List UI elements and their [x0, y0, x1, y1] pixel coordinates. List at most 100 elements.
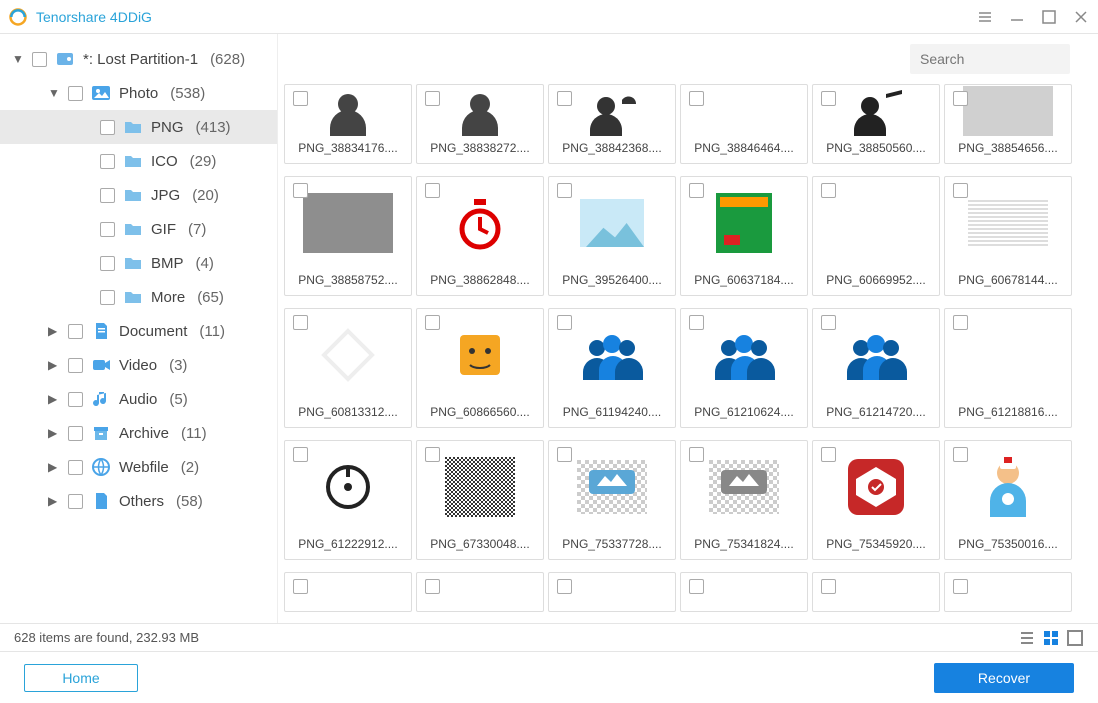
chevron-right-icon[interactable]: ▶ — [48, 324, 60, 338]
tree-item-bmp[interactable]: BMP (4) — [0, 246, 277, 280]
file-card[interactable] — [416, 572, 544, 612]
file-card[interactable]: PNG_67330048.... — [416, 440, 544, 560]
file-checkbox[interactable] — [425, 579, 440, 594]
file-card[interactable]: PNG_75350016.... — [944, 440, 1072, 560]
search-input[interactable] — [920, 51, 1098, 67]
tree-item-photo[interactable]: ▼ Photo (538) — [0, 76, 277, 110]
file-card[interactable]: PNG_61218816.... — [944, 308, 1072, 428]
tree-item-ico[interactable]: ICO (29) — [0, 144, 277, 178]
file-checkbox[interactable] — [557, 91, 572, 106]
file-card[interactable]: PNG_38854656.... — [944, 84, 1072, 164]
file-card[interactable]: PNG_60866560.... — [416, 308, 544, 428]
file-card[interactable]: PNG_60669952.... — [812, 176, 940, 296]
file-card[interactable]: PNG_61194240.... — [548, 308, 676, 428]
file-card[interactable]: PNG_39526400.... — [548, 176, 676, 296]
chevron-right-icon[interactable]: ▶ — [48, 460, 60, 474]
checkbox[interactable] — [100, 188, 115, 203]
file-checkbox[interactable] — [821, 183, 836, 198]
tree-root-lost-partition[interactable]: ▼ *: Lost Partition-1 (628) — [0, 42, 277, 76]
chevron-right-icon[interactable]: ▶ — [48, 494, 60, 508]
file-checkbox[interactable] — [821, 315, 836, 330]
file-card[interactable] — [944, 572, 1072, 612]
list-view-icon[interactable] — [1018, 629, 1036, 647]
file-card[interactable]: PNG_60813312.... — [284, 308, 412, 428]
checkbox[interactable] — [100, 256, 115, 271]
file-checkbox[interactable] — [557, 579, 572, 594]
recover-button[interactable]: Recover — [934, 663, 1074, 693]
file-card[interactable]: PNG_75337728.... — [548, 440, 676, 560]
checkbox[interactable] — [68, 86, 83, 101]
chevron-down-icon[interactable]: ▼ — [12, 52, 24, 66]
file-card[interactable]: PNG_75345920.... — [812, 440, 940, 560]
file-checkbox[interactable] — [689, 315, 704, 330]
chevron-right-icon[interactable]: ▶ — [48, 392, 60, 406]
file-checkbox[interactable] — [953, 91, 968, 106]
file-card[interactable] — [284, 572, 412, 612]
file-card[interactable] — [680, 572, 808, 612]
file-checkbox[interactable] — [953, 447, 968, 462]
file-checkbox[interactable] — [953, 579, 968, 594]
file-checkbox[interactable] — [557, 447, 572, 462]
file-card[interactable]: PNG_75341824.... — [680, 440, 808, 560]
file-card[interactable] — [548, 572, 676, 612]
file-card[interactable]: PNG_61222912.... — [284, 440, 412, 560]
file-checkbox[interactable] — [293, 315, 308, 330]
file-card[interactable]: PNG_61210624.... — [680, 308, 808, 428]
file-checkbox[interactable] — [821, 91, 836, 106]
checkbox[interactable] — [100, 290, 115, 305]
tree-item-webfile[interactable]: ▶ Webfile (2) — [0, 450, 277, 484]
search-box[interactable] — [910, 44, 1070, 74]
checkbox[interactable] — [68, 324, 83, 339]
file-checkbox[interactable] — [293, 91, 308, 106]
file-checkbox[interactable] — [953, 315, 968, 330]
tree-item-jpg[interactable]: JPG (20) — [0, 178, 277, 212]
file-checkbox[interactable] — [425, 447, 440, 462]
close-icon[interactable] — [1072, 8, 1090, 26]
file-card[interactable]: PNG_38846464.... — [680, 84, 808, 164]
chevron-down-icon[interactable]: ▼ — [48, 86, 60, 100]
file-checkbox[interactable] — [689, 447, 704, 462]
tree-item-archive[interactable]: ▶ Archive (11) — [0, 416, 277, 450]
file-card[interactable]: PNG_60678144.... — [944, 176, 1072, 296]
checkbox[interactable] — [100, 120, 115, 135]
checkbox[interactable] — [100, 222, 115, 237]
checkbox[interactable] — [68, 358, 83, 373]
checkbox[interactable] — [68, 494, 83, 509]
file-card[interactable] — [812, 572, 940, 612]
file-grid-scroll[interactable]: PNG_38834176....PNG_38838272....PNG_3884… — [278, 84, 1098, 623]
file-card[interactable]: PNG_60637184.... — [680, 176, 808, 296]
large-view-icon[interactable] — [1066, 629, 1084, 647]
tree-item-document[interactable]: ▶ Document (11) — [0, 314, 277, 348]
file-checkbox[interactable] — [689, 183, 704, 198]
checkbox[interactable] — [68, 460, 83, 475]
file-checkbox[interactable] — [689, 91, 704, 106]
file-checkbox[interactable] — [293, 183, 308, 198]
tree-item-others[interactable]: ▶ Others (58) — [0, 484, 277, 518]
tree-item-gif[interactable]: GIF (7) — [0, 212, 277, 246]
tree-item-video[interactable]: ▶ Video (3) — [0, 348, 277, 382]
tree-item-png[interactable]: PNG (413) — [0, 110, 277, 144]
file-card[interactable]: PNG_38834176.... — [284, 84, 412, 164]
tree-item-more[interactable]: More (65) — [0, 280, 277, 314]
file-checkbox[interactable] — [425, 91, 440, 106]
file-checkbox[interactable] — [293, 579, 308, 594]
grid-view-icon[interactable] — [1042, 629, 1060, 647]
menu-icon[interactable] — [976, 8, 994, 26]
file-card[interactable]: PNG_61214720.... — [812, 308, 940, 428]
checkbox[interactable] — [32, 52, 47, 67]
checkbox[interactable] — [68, 392, 83, 407]
file-checkbox[interactable] — [425, 183, 440, 198]
file-card[interactable]: PNG_38862848.... — [416, 176, 544, 296]
file-checkbox[interactable] — [821, 579, 836, 594]
maximize-icon[interactable] — [1040, 8, 1058, 26]
file-card[interactable]: PNG_38838272.... — [416, 84, 544, 164]
chevron-right-icon[interactable]: ▶ — [48, 426, 60, 440]
file-card[interactable]: PNG_38842368.... — [548, 84, 676, 164]
file-checkbox[interactable] — [953, 183, 968, 198]
checkbox[interactable] — [68, 426, 83, 441]
file-checkbox[interactable] — [689, 579, 704, 594]
tree-item-audio[interactable]: ▶ Audio (5) — [0, 382, 277, 416]
chevron-right-icon[interactable]: ▶ — [48, 358, 60, 372]
file-checkbox[interactable] — [293, 447, 308, 462]
checkbox[interactable] — [100, 154, 115, 169]
